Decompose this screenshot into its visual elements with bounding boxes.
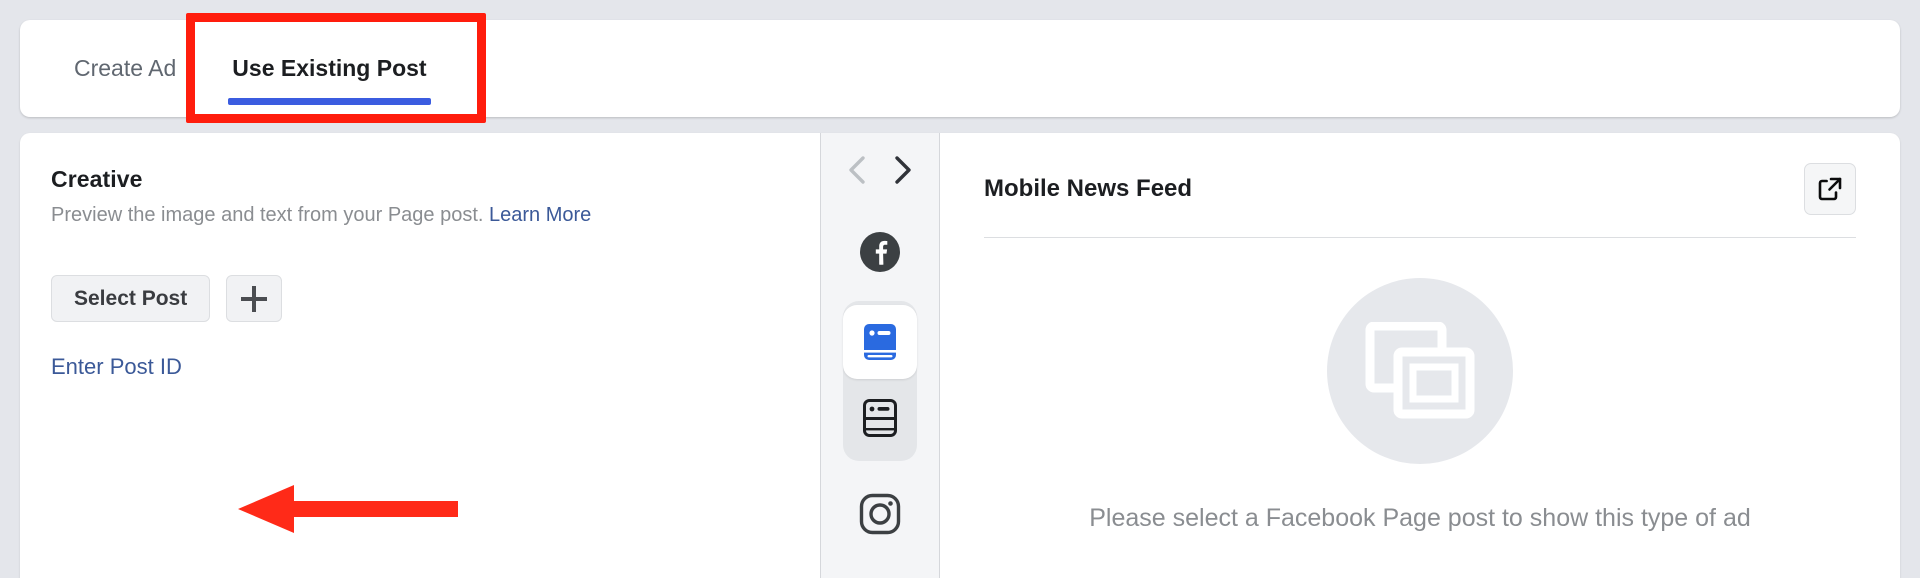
page-root: Create Ad Use Existing Post Creative Pre… bbox=[0, 0, 1920, 578]
page-title: Creative bbox=[51, 166, 143, 192]
tab-bar: Create Ad Use Existing Post bbox=[20, 20, 1900, 117]
tab-use-existing-post[interactable]: Use Existing Post bbox=[204, 20, 454, 117]
preview-title: Mobile News Feed bbox=[984, 175, 1193, 202]
learn-more-link[interactable]: Learn More bbox=[489, 204, 591, 226]
tab-create-ad[interactable]: Create Ad bbox=[46, 20, 204, 117]
tab-use-existing-post-label: Use Existing Post bbox=[232, 55, 427, 81]
chevron-right-icon[interactable] bbox=[888, 155, 918, 185]
open-in-new-window-button[interactable] bbox=[1804, 163, 1856, 215]
preview-empty-state: Please select a Facebook Page post to sh… bbox=[984, 278, 1856, 533]
red-annotation-arrow bbox=[238, 485, 458, 533]
creative-button-row: Select Post bbox=[51, 275, 820, 322]
tab-create-ad-label: Create Ad bbox=[74, 55, 177, 81]
feed-placements-group bbox=[843, 301, 917, 461]
creative-description: Preview the image and text from your Pag… bbox=[51, 202, 820, 229]
creative-description-text: Preview the image and text from your Pag… bbox=[51, 204, 484, 226]
platform-rail bbox=[820, 133, 940, 578]
preview-header: Mobile News Feed bbox=[984, 163, 1856, 215]
preview-divider bbox=[984, 237, 1856, 238]
preview-empty-message: Please select a Facebook Page post to sh… bbox=[1089, 504, 1751, 532]
plus-icon bbox=[241, 285, 268, 312]
creative-left-column: Creative Preview the image and text from… bbox=[20, 133, 820, 578]
open-in-new-window-icon bbox=[1818, 177, 1842, 201]
select-post-button-label: Select Post bbox=[74, 286, 188, 310]
rail-nav bbox=[842, 155, 918, 185]
enter-post-id-link[interactable]: Enter Post ID bbox=[51, 354, 182, 380]
desktop-news-feed-icon[interactable] bbox=[843, 381, 917, 455]
images-placeholder-icon bbox=[1365, 322, 1475, 419]
mobile-news-feed-icon[interactable] bbox=[843, 305, 917, 379]
select-post-button[interactable]: Select Post bbox=[51, 275, 211, 322]
instagram-logo-icon[interactable] bbox=[843, 477, 917, 551]
add-post-button[interactable] bbox=[226, 275, 283, 322]
ad-preview-panel: Mobile News Feed Please select a Faceboo… bbox=[940, 133, 1900, 578]
facebook-logo-icon[interactable] bbox=[843, 215, 917, 289]
creative-panel: Creative Preview the image and text from… bbox=[20, 133, 1900, 578]
placeholder-circle bbox=[1327, 278, 1513, 464]
chevron-left-icon[interactable] bbox=[842, 155, 872, 185]
